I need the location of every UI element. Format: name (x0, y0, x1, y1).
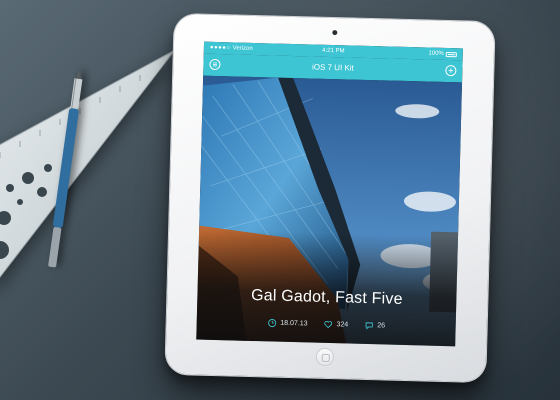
date-label: 18.07.13 (280, 319, 308, 328)
comment-icon (365, 322, 373, 330)
date-item: 18.07.13 (267, 318, 308, 328)
comments-item[interactable]: 26 (364, 321, 385, 331)
app-screen: ●●●●○ Verizon 4:21 PM 100% iOS 7 UI Kit (196, 41, 463, 347)
clock-icon (267, 318, 276, 328)
battery-percent: 100% (428, 50, 444, 57)
home-button[interactable] (315, 347, 335, 367)
likes-count: 324 (336, 321, 349, 329)
desk-background: ●●●●○ Verizon 4:21 PM 100% iOS 7 UI Kit (0, 0, 560, 400)
heart-icon (324, 320, 332, 329)
article-photo[interactable]: Gal Gadot, Fast Five 18.07.13 324 26 (196, 75, 463, 347)
triangle-ruler (0, 49, 176, 278)
tablet-device: ●●●●○ Verizon 4:21 PM 100% iOS 7 UI Kit (165, 13, 495, 383)
battery-icon (445, 51, 457, 57)
add-icon (448, 68, 454, 73)
comments-count: 26 (377, 322, 386, 330)
likes-item[interactable]: 324 (323, 320, 348, 330)
battery-status: 100% (428, 48, 457, 61)
camera-lens (332, 30, 338, 36)
